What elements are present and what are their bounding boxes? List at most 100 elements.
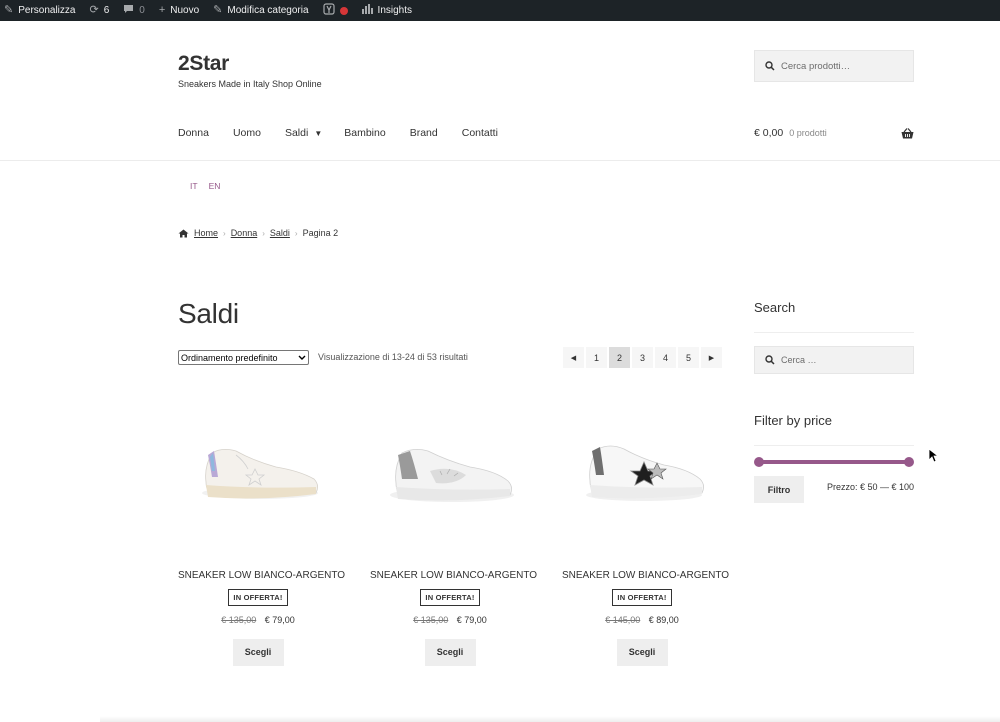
price-range-label: Prezzo: € 50 — € 100: [826, 482, 914, 492]
product-price: € 145,00 € 89,00: [562, 615, 722, 625]
language-en[interactable]: EN: [209, 181, 221, 191]
nav-item-brand[interactable]: Brand: [410, 127, 438, 139]
nav-item-saldi[interactable]: Saldi ▼: [285, 127, 322, 139]
nav-label: Brand: [409, 127, 438, 139]
widget-divider: [754, 332, 914, 333]
page-current-2: 2: [609, 347, 630, 368]
seo-menu[interactable]: [316, 0, 355, 21]
site-title[interactable]: 2Star: [178, 52, 229, 76]
cart-link[interactable]: € 0,00 0 prodotti: [754, 127, 914, 139]
new-menu[interactable]: + Nuovo: [152, 0, 206, 21]
choose-options-button[interactable]: Scegli: [616, 639, 668, 666]
search-icon: [765, 61, 775, 71]
price-range-slider[interactable]: [754, 456, 914, 468]
nav-label: Donna: [178, 127, 209, 139]
prev-page-button[interactable]: ◀: [563, 347, 584, 368]
brush-icon: ✎: [4, 4, 14, 16]
pencil-icon: ✎: [213, 4, 223, 16]
nav-label: Uomo: [232, 127, 261, 139]
widget-divider: [754, 445, 914, 446]
page-link-1[interactable]: 1: [586, 347, 607, 368]
chevron-down-icon: ▼: [314, 128, 323, 138]
updates-count: 6: [103, 5, 110, 16]
breadcrumb-home[interactable]: Home: [194, 228, 218, 238]
breadcrumb-saldi[interactable]: Saldi: [270, 228, 290, 238]
pagination: ◀ 1 2 3 4 5 ▶: [563, 347, 722, 368]
edit-category-link[interactable]: ✎ Modifica categoria: [206, 0, 315, 21]
product-card: SNEAKER LOW BIANCO-ARGENTO IN OFFERTA! €…: [370, 405, 537, 666]
orderby-select[interactable]: Ordinamento predefinito: [178, 350, 309, 365]
breadcrumb-separator: ›: [223, 228, 226, 238]
updates-menu[interactable]: ⟳ 6: [82, 0, 116, 21]
nav-label: Contatti: [461, 127, 498, 139]
product-price: € 135,00 € 79,00: [370, 615, 530, 625]
sidebar-search-placeholder: Cerca …: [781, 355, 817, 365]
product-title[interactable]: SNEAKER LOW BIANCO-ARGENTO: [562, 570, 729, 581]
breadcrumb-separator: ›: [294, 228, 298, 238]
nav-item-contatti[interactable]: Contatti: [462, 127, 498, 139]
product-card: SNEAKER LOW BIANCO-ARGENTO IN OFFERTA! €…: [178, 405, 345, 666]
primary-navigation: Donna Uomo Saldi ▼ Bambino Brand Contatti: [178, 127, 498, 139]
page-link-3[interactable]: 3: [632, 347, 653, 368]
product-image[interactable]: [562, 405, 722, 545]
regular-price: € 135,00: [221, 615, 257, 625]
cart-count: 0 prodotti: [789, 128, 827, 138]
insights-label: Insights: [377, 5, 413, 16]
next-page-button[interactable]: ▶: [701, 347, 722, 368]
page-title: Saldi: [178, 298, 239, 329]
admin-bar: ✎ Personalizza ⟳ 6 0 + Nuovo ✎ Modifica …: [0, 0, 1000, 21]
basket-icon: [901, 127, 914, 138]
search-icon: [765, 355, 775, 365]
choose-options-button[interactable]: Scegli: [232, 639, 284, 666]
page-link-5[interactable]: 5: [678, 347, 699, 368]
orderby-selected: Ordinamento predefinito: [181, 352, 278, 363]
product-image[interactable]: [178, 405, 338, 545]
customize-label: Personalizza: [18, 5, 76, 16]
nav-label: Bambino: [344, 127, 386, 139]
choose-options-button[interactable]: Scegli: [424, 639, 476, 666]
mouse-pointer-icon: [928, 448, 938, 463]
new-label: Nuovo: [170, 5, 200, 16]
sale-price: € 89,00: [648, 615, 679, 625]
breadcrumb-current: Pagina 2: [302, 228, 339, 238]
product-search-placeholder: Cerca prodotti…: [781, 60, 851, 72]
price-range-track: [759, 460, 909, 464]
price-max-handle[interactable]: [904, 457, 914, 467]
header-divider: [0, 160, 1000, 161]
customize-menu[interactable]: ✎ Personalizza: [0, 0, 82, 21]
breadcrumb-donna[interactable]: Donna: [231, 228, 258, 238]
product-card: SNEAKER LOW BIANCO-ARGENTO IN OFFERTA! €…: [562, 405, 729, 666]
product-title[interactable]: SNEAKER LOW BIANCO-ARGENTO: [178, 570, 345, 581]
page-link-4[interactable]: 4: [655, 347, 676, 368]
edit-category-label: Modifica categoria: [227, 5, 309, 16]
product-title[interactable]: SNEAKER LOW BIANCO-ARGENTO: [370, 570, 537, 581]
refresh-icon: ⟳: [89, 4, 99, 16]
comments-menu[interactable]: 0: [116, 0, 152, 21]
product-image[interactable]: [370, 405, 530, 545]
bar-chart-icon: [361, 4, 373, 17]
plus-icon: +: [158, 4, 166, 16]
price-min-handle[interactable]: [754, 457, 764, 467]
nav-label: Saldi: [284, 127, 309, 139]
regular-price: € 145,00: [605, 615, 641, 625]
chevron-down-icon: [298, 355, 306, 360]
caret-left-icon: ◀: [570, 354, 577, 362]
home-icon: [178, 229, 189, 237]
sidebar-search-input[interactable]: Cerca …: [754, 346, 914, 374]
price-filter-title: Filter by price: [754, 413, 833, 428]
nav-item-donna[interactable]: Donna: [178, 127, 209, 139]
site-tagline: Sneakers Made in Italy Shop Online: [178, 79, 322, 89]
product-price: € 135,00 € 79,00: [178, 615, 338, 625]
page-bottom-edge: [100, 716, 1000, 722]
insights-menu[interactable]: Insights: [355, 0, 419, 21]
nav-item-uomo[interactable]: Uomo: [233, 127, 261, 139]
nav-item-bambino[interactable]: Bambino: [344, 127, 385, 139]
regular-price: € 135,00: [413, 615, 449, 625]
language-it[interactable]: IT: [190, 181, 198, 191]
product-search-input[interactable]: Cerca prodotti…: [754, 50, 914, 82]
sale-price: € 79,00: [456, 615, 487, 625]
cart-amount: € 0,00: [754, 127, 784, 139]
breadcrumb: Home › Donna › Saldi › Pagina 2: [178, 228, 338, 238]
breadcrumb-separator: ›: [262, 228, 265, 238]
comment-icon: [123, 4, 134, 17]
